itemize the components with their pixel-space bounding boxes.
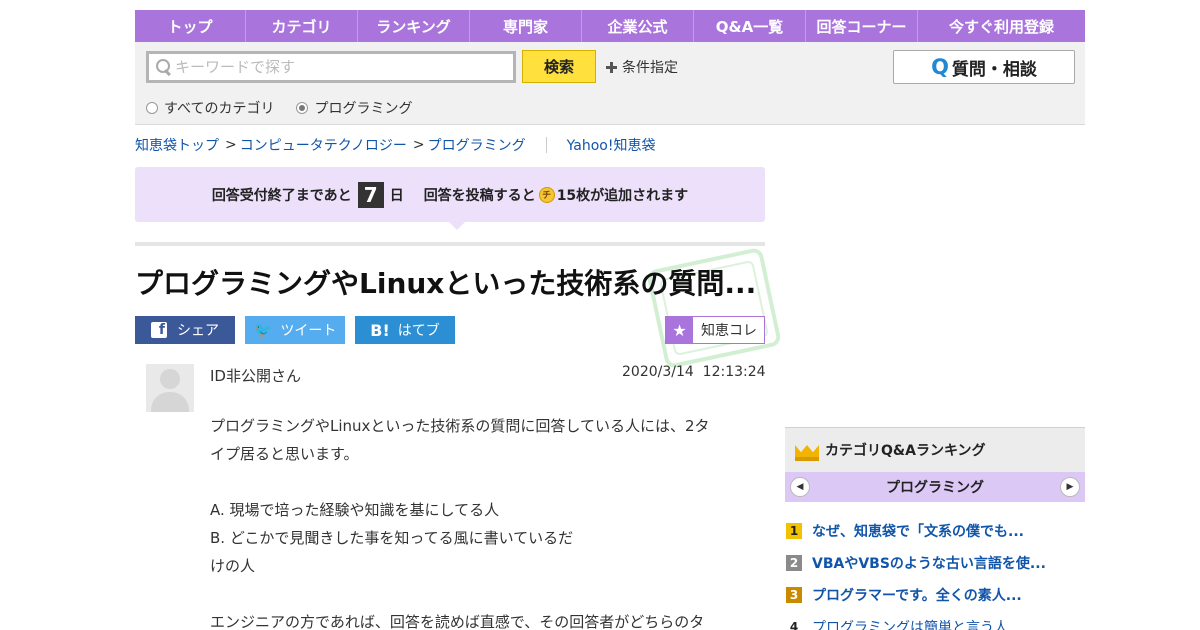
question-body-line: B. どこかで見聞きした事を知ってる風に書いているだ [210,529,574,547]
nav-ranking[interactable]: ランキング [358,10,470,42]
rank-number: 1 [786,523,802,539]
hatena-bookmark-button[interactable]: B! はてブ [355,316,455,344]
scope-current-radio[interactable]: プログラミング [296,98,412,118]
radio-dot-icon [146,102,158,114]
rank-number: 3 [786,587,802,603]
chie-collection-button[interactable]: ★ 知恵コレ [665,316,765,344]
breadcrumb-subcategory[interactable]: プログラミング [428,135,526,155]
search-conditions-label: 条件指定 [622,60,678,76]
question-body-line: プログラミングやLinuxといった技術系の質問に回答している人には、2タ [210,417,710,435]
ranking-item[interactable]: 1 なぜ、知恵袋で「文系の僕でも... [785,515,1085,547]
search-scope: すべてのカテゴリ プログラミング [146,98,434,118]
search-band: 検索 条件指定 Q 質問・相談 すべてのカテゴリ プログラミング [135,42,1085,125]
ranking-item[interactable]: 4 プログラミングは簡単と言う人... [785,611,1085,630]
ranking-list: 1 なぜ、知恵袋で「文系の僕でも... 2 VBAやVBSのような古い言語を使.… [785,515,1085,630]
radio-dot-selected-icon [296,102,309,114]
ranking-next-button[interactable]: ▶ [1060,477,1080,497]
ranking-item-link[interactable]: VBAやVBSのような古い言語を使... [812,553,1046,573]
nav-official[interactable]: 企業公式 [582,10,694,42]
plus-icon [606,61,617,73]
breadcrumb-sep: > [225,137,237,153]
crown-icon [795,439,819,461]
scope-all-label: すべてのカテゴリ [164,101,275,117]
facebook-share-label: シェア [177,323,219,339]
ranking-category-label: プログラミング [886,480,984,496]
facebook-share-button[interactable]: f シェア [135,316,235,344]
twitter-icon: 🐦 [253,321,273,339]
hatena-bookmark-label: はてブ [397,323,440,339]
twitter-share-label: ツイート [280,323,337,339]
notice-day-unit: 日 [389,187,404,204]
question-date: 2020/3/14 12:13:24 [622,364,766,380]
scope-all-radio[interactable]: すべてのカテゴリ [146,98,274,118]
hatena-icon: B! [370,320,390,340]
section-divider [135,242,765,246]
ask-question-button[interactable]: Q 質問・相談 [893,50,1075,84]
notice-prefix: 回答受付終了まであと [211,187,352,204]
breadcrumb-home[interactable]: 知恵袋トップ [135,135,219,155]
nav-experts[interactable]: 専門家 [470,10,582,42]
nav-qa-list[interactable]: Q&A一覧 [694,10,806,42]
notice-reward-prefix: 回答を投稿すると [423,187,536,204]
rank-number: 4 [789,620,799,630]
category-ranking-title: カテゴリQ&Aランキング [825,443,986,459]
search-conditions-toggle[interactable]: 条件指定 [606,57,678,77]
ranking-prev-button[interactable]: ◀ [790,477,810,497]
nav-register[interactable]: 今すぐ利用登録 [918,10,1085,42]
breadcrumb: 知恵袋トップ > コンピュータテクノロジー > プログラミング Yahoo!知恵… [135,135,655,155]
facebook-icon: f [151,322,167,338]
question-body-line: A. 現場で培った経験や知識を基にしてる人 [210,501,500,519]
question-body: プログラミングやLinuxといった技術系の質問に回答している人には、2タ イプ居… [210,412,750,630]
ranking-category-bar: ◀ プログラミング ▶ [785,472,1085,502]
ranking-item[interactable]: 2 VBAやVBSのような古い言語を使... [785,547,1085,579]
search-button[interactable]: 検索 [522,50,596,83]
star-icon: ★ [666,317,693,343]
question-body-line: イプ居ると思います。 [210,445,359,463]
avatar [146,364,194,412]
ranking-item-link[interactable]: なぜ、知恵袋で「文系の僕でも... [812,521,1024,541]
notice-reward-suffix: 15枚が追加されます [556,187,689,204]
ranking-item-link[interactable]: プログラマーです。全くの素人... [812,585,1022,605]
nav-answer-corner[interactable]: 回答コーナー [806,10,918,42]
twitter-share-button[interactable]: 🐦 ツイート [245,316,345,344]
nav-top[interactable]: トップ [135,10,246,42]
breadcrumb-divider [545,137,547,153]
global-nav: トップ カテゴリ ランキング 専門家 企業公式 Q&A一覧 回答コーナー 今すぐ… [135,10,1085,42]
ask-question-label: 質問・相談 [951,59,1037,80]
question-body-line: エンジニアの方であれば、回答を読めば直感で、その回答者がどちらのタ [210,613,705,630]
question-author: ID非公開さん [210,367,301,385]
chie-coin-icon: チ [538,186,555,203]
chie-collection-label: 知恵コレ [701,323,757,339]
search-icon [155,58,173,76]
days-remaining: 7 [357,181,384,208]
ranking-item-link[interactable]: プログラミングは簡単と言う人... [812,617,1021,630]
breadcrumb-category[interactable]: コンピュータテクノロジー [240,135,407,155]
question-body-line [210,580,750,608]
nav-category[interactable]: カテゴリ [246,10,358,42]
question-body-line: けの人 [210,557,256,575]
ranking-item[interactable]: 3 プログラマーです。全くの素人... [785,579,1085,611]
breadcrumb-site[interactable]: Yahoo!知恵袋 [567,135,656,155]
search-input[interactable] [173,55,503,79]
category-ranking-header: カテゴリQ&Aランキング [785,427,1085,472]
rank-number: 2 [786,555,802,571]
question-icon: Q [931,55,949,79]
question-body-line [210,468,750,496]
breadcrumb-sep: > [412,137,425,153]
question-title: プログラミングやLinuxといった技術系の質問... [135,267,757,300]
answer-deadline-notice: 回答受付終了まであと 7 日 回答を投稿すると チ 15枚が追加されます [135,167,765,230]
scope-current-label: プログラミング [314,101,413,117]
search-box[interactable] [146,51,516,83]
